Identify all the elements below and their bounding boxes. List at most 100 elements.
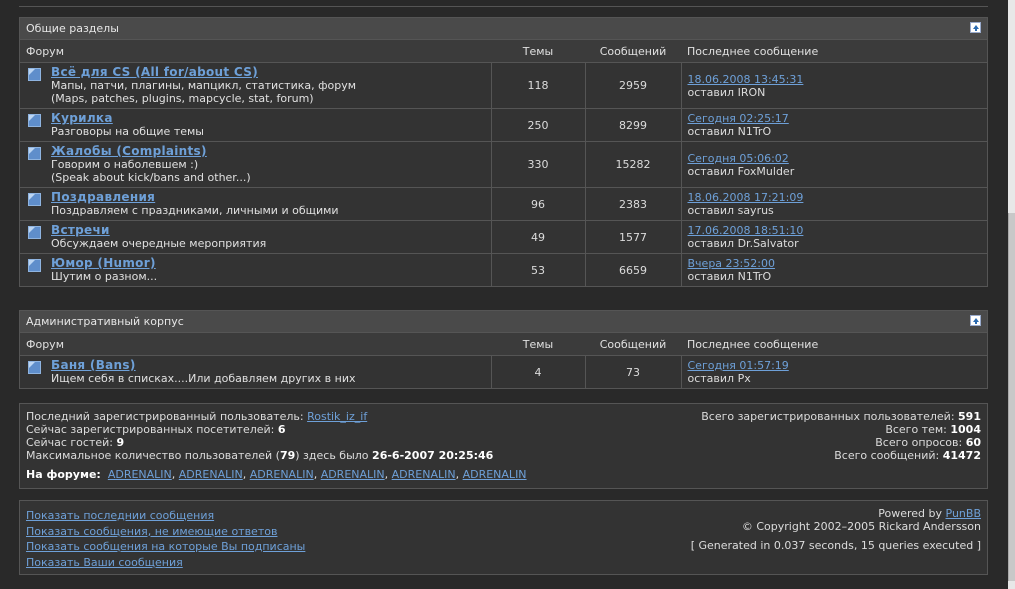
footer: Показать последнии сообщения Показать со…	[19, 500, 988, 575]
forum-cell: Жалобы (Complaints) Говорим о наболевшем …	[20, 141, 491, 188]
forum-row: Баня (Bans) Ищем себя в списках....Или до…	[20, 355, 987, 388]
last-post-author: оставил N1TrO	[687, 270, 772, 283]
last-post-link[interactable]: 18.06.2008 13:45:31	[688, 73, 804, 86]
forum-icon	[28, 147, 41, 160]
scrollbar[interactable]	[1008, 0, 1015, 589]
last-post-author: оставил sayrus	[687, 204, 774, 217]
generated-info: [ Generated in 0.037 seconds, 15 queries…	[690, 539, 981, 552]
category-header: Общие разделы	[20, 18, 987, 40]
stat-max-users: Максимальное количество пользователей (7…	[26, 449, 494, 462]
posts-count: 2383	[584, 187, 681, 221]
forum-description: Обсуждаем очередные мероприятия	[51, 237, 267, 250]
forum-title-link[interactable]: Всё для CS (All for/about CS)	[51, 65, 258, 79]
posts-count: 2959	[584, 62, 681, 109]
stat-total-topics: Всего тем: 1004	[885, 423, 981, 436]
last-post-cell: Сегодня 01:57:19 оставил Px	[680, 355, 987, 388]
forum-title-link[interactable]: Курилка	[51, 111, 113, 125]
forum-title-link[interactable]: Поздравления	[51, 190, 155, 204]
forum-icon	[28, 193, 41, 206]
category-title: Административный корпус	[26, 315, 184, 328]
online-user-link[interactable]: ADRENALIN	[392, 468, 456, 481]
forum-cell: Всё для CS (All for/about CS) Мапы, патчи…	[20, 62, 491, 109]
forum-description: Говорим о наболевшем :)	[51, 158, 199, 171]
scroll-to-top-icon[interactable]	[970, 315, 981, 326]
last-post-link[interactable]: Сегодня 05:06:02	[688, 152, 789, 165]
last-post-link[interactable]: Сегодня 02:25:17	[688, 112, 789, 125]
scrollbar-thumb[interactable]	[1008, 213, 1015, 581]
forum-title-link[interactable]: Юмор (Humor)	[51, 256, 156, 270]
online-user-link[interactable]: ADRENALIN	[321, 468, 385, 481]
last-post-author: оставил Dr.Salvator	[687, 237, 799, 250]
copyright: © Copyright 2002–2005 Rickard Andersson	[741, 520, 981, 533]
forum-row: Курилка Разговоры на общие темы 250 8299 Сег…	[20, 108, 987, 142]
online-user-link[interactable]: ADRENALIN	[463, 468, 527, 481]
forum-description: Поздравляем с праздниками, личными и общ…	[51, 204, 339, 217]
show-recent-posts-link[interactable]: Показать последнии сообщения	[26, 509, 214, 522]
posts-count: 6659	[584, 253, 681, 286]
category-header: Административный корпус	[20, 311, 987, 333]
stat-total-polls: Всего опросов: 60	[875, 436, 981, 449]
forum-row: Поздравления Поздравляем с праздниками, л…	[20, 187, 987, 221]
show-own-posts-link[interactable]: Показать Ваши сообщения	[26, 556, 183, 569]
stat-reg-online: Сейчас зарегистрированных посетителей: 6	[26, 423, 286, 436]
posts-count: 73	[584, 355, 681, 388]
punbb-link[interactable]: PunBB	[946, 507, 981, 520]
forum-icon	[28, 361, 41, 374]
topics-count: 96	[490, 187, 585, 221]
last-post-author: оставил IRON	[687, 85, 766, 99]
col-posts: Сообщений	[585, 333, 681, 356]
forum-title-link[interactable]: Встречи	[51, 223, 110, 237]
forum-title-link[interactable]: Жалобы (Complaints)	[51, 144, 207, 158]
forum-row: Жалобы (Complaints) Говорим о наболевшем …	[20, 141, 987, 188]
forum-description: Ищем себя в списках....Или добавляем дру…	[51, 372, 356, 385]
last-post-link[interactable]: Вчера 23:52:00	[688, 257, 775, 270]
online-user-link[interactable]: ADRENALIN	[250, 468, 314, 481]
last-post-author: оставил FoxMulder	[687, 164, 795, 178]
last-post-cell: Сегодня 05:06:02 оставил FoxMulder	[680, 141, 987, 188]
forum-icon	[28, 114, 41, 127]
topics-count: 118	[490, 62, 585, 109]
scroll-to-top-icon[interactable]	[970, 22, 981, 33]
online-users: На форуме: ADRENALIN, ADRENALIN, ADRENAL…	[26, 468, 527, 481]
topics-count: 4	[490, 355, 585, 388]
forum-icon	[28, 68, 41, 81]
col-last-post: Последнее сообщение	[681, 333, 987, 356]
show-subscriptions-link[interactable]: Показать сообщения на которые Вы подписа…	[26, 540, 305, 553]
last-post-link[interactable]: Сегодня 01:57:19	[688, 359, 789, 372]
online-user-link[interactable]: ADRENALIN	[179, 468, 243, 481]
posts-count: 15282	[584, 141, 681, 188]
forum-icon	[28, 226, 41, 239]
last-post-cell: 18.06.2008 13:45:31 оставил IRON	[680, 62, 987, 109]
last-post-link[interactable]: 17.06.2008 18:51:10	[688, 224, 804, 237]
forum-row: Юмор (Humor) Шутим о разном... 53 6659 Вчера…	[20, 253, 987, 286]
show-unanswered-link[interactable]: Показать сообщения, не имеющие ответов	[26, 525, 277, 538]
last-post-author: оставил Px	[687, 372, 751, 385]
col-forum: Форум	[20, 40, 491, 63]
category-title: Общие разделы	[26, 22, 119, 35]
topics-count: 330	[490, 141, 585, 188]
previous-block-edge	[19, 0, 988, 7]
online-user-link[interactable]: ADRENALIN	[108, 468, 172, 481]
last-post-cell: 17.06.2008 18:51:10 оставил Dr.Salvator	[680, 220, 987, 254]
last-post-cell: Сегодня 02:25:17 оставил N1TrO	[680, 108, 987, 142]
col-forum: Форум	[20, 333, 491, 356]
forum-cell: Поздравления Поздравляем с праздниками, л…	[20, 187, 491, 221]
forum-description: Шутим о разном...	[51, 270, 158, 283]
last-user-link[interactable]: Rostik_iz_if	[307, 410, 367, 423]
forum-description: Мапы, патчи, плагины, мапцикл, статистик…	[51, 79, 357, 92]
forum-table: Форум Темы Сообщений Последнее сообщение…	[20, 333, 987, 388]
category-admin: Административный корпус Форум Темы Сообщ…	[19, 310, 988, 389]
category-general: Общие разделы Форум Темы Сообщений После…	[19, 17, 988, 287]
forum-cell: Встречи Обсуждаем очередные мероприятия	[20, 220, 491, 254]
forum-title-link[interactable]: Баня (Bans)	[51, 358, 136, 372]
last-post-cell: Вчера 23:52:00 оставил N1TrO	[680, 253, 987, 286]
forum-description-en: (Maps, patches, plugins, mapcycle, stat,…	[51, 92, 314, 105]
forum-icon	[28, 259, 41, 272]
topics-count: 250	[490, 108, 585, 142]
col-posts: Сообщений	[585, 40, 681, 63]
topics-count: 49	[490, 220, 585, 254]
stat-guests: Сейчас гостей: 9	[26, 436, 125, 449]
last-post-link[interactable]: 18.06.2008 17:21:09	[688, 191, 804, 204]
forum-cell: Юмор (Humor) Шутим о разном...	[20, 253, 491, 286]
forum-cell: Баня (Bans) Ищем себя в списках....Или до…	[20, 355, 491, 388]
